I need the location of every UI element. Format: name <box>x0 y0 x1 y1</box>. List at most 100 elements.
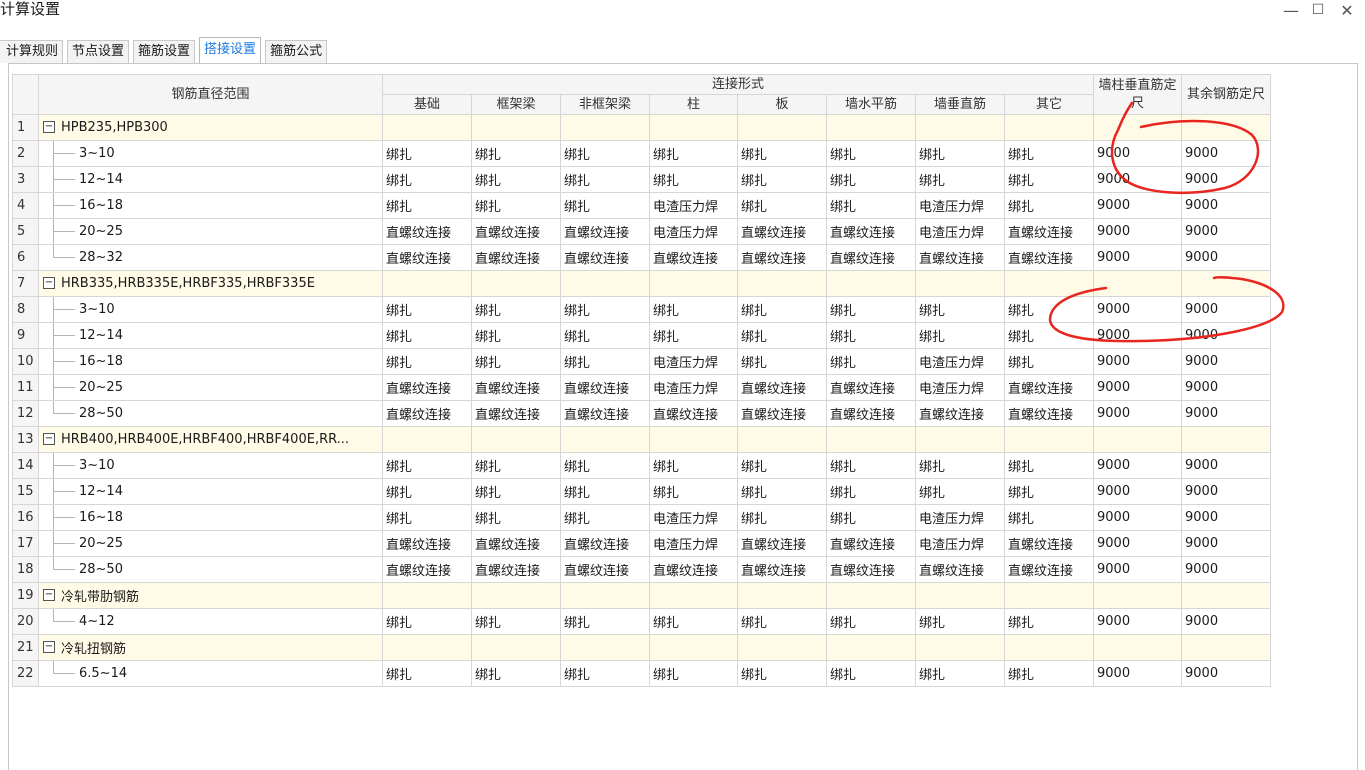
fixed-length-cell[interactable]: 9000 <box>1093 296 1182 323</box>
connection-type-cell[interactable]: 绑扎 <box>737 608 827 635</box>
table-cell[interactable] <box>915 634 1005 661</box>
diameter-range-cell[interactable]: 3~10 <box>38 452 383 479</box>
diameter-range-cell[interactable]: 28~32 <box>38 244 383 271</box>
table-cell[interactable] <box>1093 270 1182 297</box>
connection-type-cell[interactable]: 绑扎 <box>737 660 827 687</box>
diameter-range-cell[interactable]: 28~50 <box>38 400 383 427</box>
fixed-length-cell[interactable]: 9000 <box>1093 166 1182 193</box>
table-cell[interactable] <box>560 634 650 661</box>
connection-type-cell[interactable]: 绑扎 <box>560 660 650 687</box>
header-wall-fixed-length[interactable]: 墙柱垂直筋定尺 <box>1093 74 1182 115</box>
connection-type-cell[interactable]: 绑扎 <box>382 166 472 193</box>
table-cell[interactable] <box>826 114 916 141</box>
connection-type-cell[interactable]: 直螺纹连接 <box>1004 218 1094 245</box>
connection-type-cell[interactable]: 电渣压力焊 <box>915 504 1005 531</box>
connection-type-cell[interactable]: 绑扎 <box>471 296 561 323</box>
table-cell[interactable] <box>737 634 827 661</box>
fixed-length-cell[interactable]: 9000 <box>1093 374 1182 401</box>
connection-type-cell[interactable]: 绑扎 <box>1004 322 1094 349</box>
connection-type-cell[interactable]: 绑扎 <box>649 166 738 193</box>
connection-type-cell[interactable]: 绑扎 <box>1004 192 1094 219</box>
connection-type-cell[interactable]: 直螺纹连接 <box>471 530 561 557</box>
connection-type-cell[interactable]: 电渣压力焊 <box>649 218 738 245</box>
fixed-length-cell[interactable]: 9000 <box>1181 504 1271 531</box>
table-row[interactable]: 22 6.5~14 绑扎 绑扎 绑扎 绑扎 绑扎 绑扎 绑扎 绑扎 9000 9000 <box>12 660 1271 687</box>
fixed-length-cell[interactable]: 9000 <box>1093 530 1182 557</box>
fixed-length-cell[interactable]: 9000 <box>1093 322 1182 349</box>
connection-type-cell[interactable]: 电渣压力焊 <box>649 504 738 531</box>
table-group-row[interactable]: 19− 冷轧带肋钢筋 <box>12 582 1271 609</box>
connection-type-cell[interactable]: 绑扎 <box>382 660 472 687</box>
table-cell[interactable] <box>1093 114 1182 141</box>
table-cell[interactable] <box>382 270 472 297</box>
connection-type-cell[interactable]: 绑扎 <box>915 478 1005 505</box>
fixed-length-cell[interactable]: 9000 <box>1093 400 1182 427</box>
table-row[interactable]: 12 28~50 直螺纹连接 直螺纹连接 直螺纹连接 直螺纹连接 直螺纹连接 直螺纹连接 直螺纹… <box>12 400 1271 427</box>
fixed-length-cell[interactable]: 9000 <box>1181 218 1271 245</box>
collapse-icon[interactable]: − <box>43 432 55 445</box>
connection-type-cell[interactable]: 绑扎 <box>649 478 738 505</box>
connection-type-cell[interactable]: 直螺纹连接 <box>471 218 561 245</box>
tab-lap-settings[interactable]: 搭接设置 <box>199 37 262 64</box>
fixed-length-cell[interactable]: 9000 <box>1181 530 1271 557</box>
connection-type-cell[interactable]: 绑扎 <box>560 166 650 193</box>
connection-type-cell[interactable]: 直螺纹连接 <box>649 400 738 427</box>
table-cell[interactable] <box>826 426 916 453</box>
table-cell[interactable] <box>826 582 916 609</box>
table-cell[interactable] <box>649 426 738 453</box>
connection-type-cell[interactable]: 直螺纹连接 <box>471 400 561 427</box>
fixed-length-cell[interactable]: 9000 <box>1181 348 1271 375</box>
connection-type-cell[interactable]: 直螺纹连接 <box>737 400 827 427</box>
connection-type-cell[interactable]: 绑扎 <box>737 504 827 531</box>
diameter-range-cell[interactable]: 12~14 <box>38 478 383 505</box>
connection-type-cell[interactable]: 直螺纹连接 <box>649 244 738 271</box>
connection-type-cell[interactable]: 直螺纹连接 <box>826 244 916 271</box>
table-row[interactable]: 6 28~32 直螺纹连接 直螺纹连接 直螺纹连接 直螺纹连接 直螺纹连接 直螺纹连接 直螺纹连… <box>12 244 1271 271</box>
connection-type-cell[interactable]: 绑扎 <box>737 166 827 193</box>
diameter-range-cell[interactable]: 20~25 <box>38 530 383 557</box>
connection-type-cell[interactable]: 直螺纹连接 <box>382 374 472 401</box>
connection-type-cell[interactable]: 直螺纹连接 <box>560 218 650 245</box>
connection-type-cell[interactable]: 绑扎 <box>826 660 916 687</box>
connection-type-cell[interactable]: 直螺纹连接 <box>471 374 561 401</box>
table-cell[interactable] <box>560 114 650 141</box>
connection-type-cell[interactable]: 直螺纹连接 <box>471 556 561 583</box>
connection-type-cell[interactable]: 直螺纹连接 <box>560 556 650 583</box>
header-other-fixed-length[interactable]: 其余钢筋定尺 <box>1181 74 1271 115</box>
connection-type-cell[interactable]: 绑扎 <box>382 504 472 531</box>
fixed-length-cell[interactable]: 9000 <box>1093 244 1182 271</box>
table-cell[interactable] <box>1093 426 1182 453</box>
connection-type-cell[interactable]: 绑扎 <box>382 140 472 167</box>
connection-type-cell[interactable]: 绑扎 <box>649 322 738 349</box>
table-cell[interactable] <box>560 426 650 453</box>
table-cell[interactable] <box>471 270 561 297</box>
diameter-range-cell[interactable]: 3~10 <box>38 296 383 323</box>
connection-type-cell[interactable]: 直螺纹连接 <box>737 374 827 401</box>
connection-type-cell[interactable]: 绑扎 <box>471 452 561 479</box>
table-cell[interactable] <box>382 582 472 609</box>
connection-type-cell[interactable]: 绑扎 <box>471 348 561 375</box>
connection-type-cell[interactable]: 绑扎 <box>826 504 916 531</box>
header-range[interactable]: 钢筋直径范围 <box>38 74 383 115</box>
table-row[interactable]: 18 28~50 直螺纹连接 直螺纹连接 直螺纹连接 直螺纹连接 直螺纹连接 直螺纹连接 直螺纹… <box>12 556 1271 583</box>
diameter-range-cell[interactable]: 20~25 <box>38 218 383 245</box>
fixed-length-cell[interactable]: 9000 <box>1093 556 1182 583</box>
minimize-icon[interactable]: — <box>1279 0 1303 20</box>
connection-type-cell[interactable]: 直螺纹连接 <box>560 374 650 401</box>
connection-type-cell[interactable]: 绑扎 <box>915 322 1005 349</box>
header-connection-col[interactable]: 框架梁 <box>471 94 561 115</box>
fixed-length-cell[interactable]: 9000 <box>1093 660 1182 687</box>
collapse-icon[interactable]: − <box>43 588 55 601</box>
connection-type-cell[interactable]: 绑扎 <box>737 192 827 219</box>
table-cell[interactable] <box>471 582 561 609</box>
table-cell[interactable] <box>915 114 1005 141</box>
table-cell[interactable] <box>649 270 738 297</box>
connection-type-cell[interactable]: 绑扎 <box>915 166 1005 193</box>
connection-type-cell[interactable]: 绑扎 <box>737 348 827 375</box>
fixed-length-cell[interactable]: 9000 <box>1181 400 1271 427</box>
connection-type-cell[interactable]: 直螺纹连接 <box>826 374 916 401</box>
connection-type-cell[interactable]: 直螺纹连接 <box>737 218 827 245</box>
connection-type-cell[interactable]: 绑扎 <box>915 140 1005 167</box>
connection-type-cell[interactable]: 绑扎 <box>826 322 916 349</box>
connection-type-cell[interactable]: 绑扎 <box>649 608 738 635</box>
